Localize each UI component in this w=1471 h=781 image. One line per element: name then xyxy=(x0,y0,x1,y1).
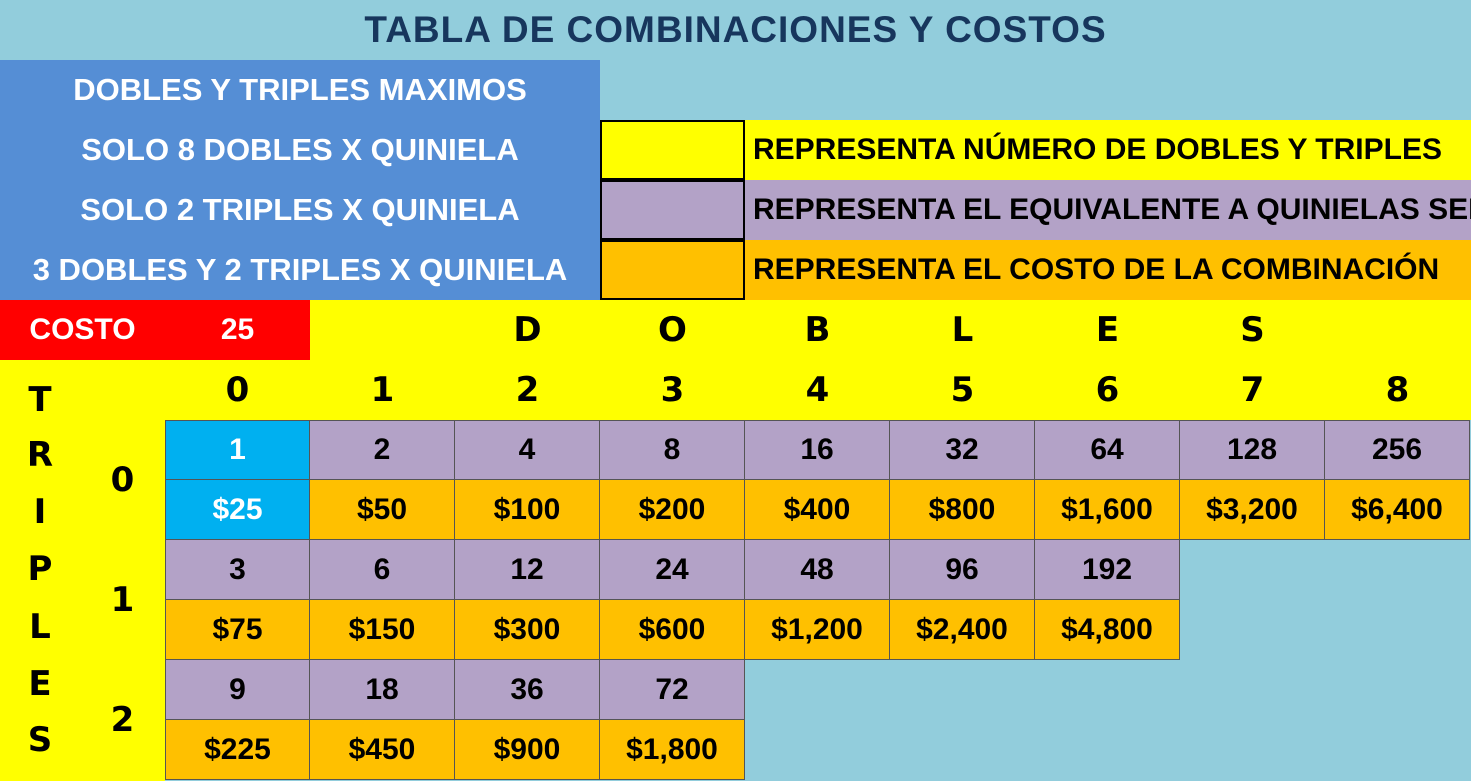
rules-panel: DOBLES Y TRIPLES MAXIMOS SOLO 8 DOBLES X… xyxy=(0,60,600,300)
combo-cell: 9 xyxy=(165,660,310,720)
dobles-count: 8 xyxy=(1385,370,1410,410)
dobles-letter: L xyxy=(951,310,974,350)
combo-cell: 6 xyxy=(310,540,455,600)
combo-cell: 16 xyxy=(745,420,890,480)
cost-cell: $900 xyxy=(455,720,600,780)
legend-text-yellow: REPRESENTA NÚMERO DE DOBLES Y TRIPLES xyxy=(745,120,1471,180)
rule-combined: 3 DOBLES Y 2 TRIPLES X QUINIELA xyxy=(32,252,568,287)
dobles-count: 6 xyxy=(1095,370,1120,410)
dobles-count: 7 xyxy=(1240,370,1265,410)
cost-cell: $100 xyxy=(455,480,600,540)
cost-cell: $25 xyxy=(165,480,310,540)
triples-letter: T xyxy=(28,380,52,420)
combo-cell: 12 xyxy=(455,540,600,600)
cost-cell: $3,200 xyxy=(1180,480,1325,540)
legend-swatch-purple xyxy=(600,180,745,240)
combo-cell: 192 xyxy=(1035,540,1180,600)
combo-cell: 4 xyxy=(455,420,600,480)
triples-letter: S xyxy=(27,720,53,760)
cost-cell: $150 xyxy=(310,600,455,660)
rule-triples: SOLO 2 TRIPLES X QUINIELA xyxy=(80,192,520,227)
triples-count: 0 xyxy=(110,460,135,500)
dobles-letter: S xyxy=(1240,310,1265,350)
dobles-count: 5 xyxy=(950,370,975,410)
cost-cell: $800 xyxy=(890,480,1035,540)
legend-swatch-orange xyxy=(600,240,745,300)
triples-count: 2 xyxy=(110,700,135,740)
cost-cell: $600 xyxy=(600,600,745,660)
legend-text-orange: REPRESENTA EL COSTO DE LA COMBINACIÓN xyxy=(745,240,1471,300)
dobles-letter: D xyxy=(513,310,542,350)
combo-cell: 64 xyxy=(1035,420,1180,480)
cost-cell: $75 xyxy=(165,600,310,660)
dobles-letter: E xyxy=(1095,310,1120,350)
cost-cell: $1,800 xyxy=(600,720,745,780)
rule-max: DOBLES Y TRIPLES MAXIMOS xyxy=(73,72,527,107)
cost-cell: $2,400 xyxy=(890,600,1035,660)
cost-value: 25 xyxy=(165,300,310,360)
dobles-count: 1 xyxy=(370,370,395,410)
cost-cell: $6,400 xyxy=(1325,480,1470,540)
cost-cell: $200 xyxy=(600,480,745,540)
combo-cell: 1 xyxy=(165,420,310,480)
combo-cell: 2 xyxy=(310,420,455,480)
triples-letter: L xyxy=(29,607,51,647)
combo-cell: 48 xyxy=(745,540,890,600)
dobles-letter: O xyxy=(658,310,687,350)
cost-cell: $50 xyxy=(310,480,455,540)
dobles-count: 0 xyxy=(225,370,250,410)
cost-cell: $4,800 xyxy=(1035,600,1180,660)
dobles-count: 2 xyxy=(515,370,540,410)
triples-letter: E xyxy=(28,664,52,704)
cost-label: COSTO xyxy=(0,300,165,360)
cost-cell: $450 xyxy=(310,720,455,780)
combo-cell: 3 xyxy=(165,540,310,600)
triples-letter: I xyxy=(33,492,47,532)
combo-cell: 96 xyxy=(890,540,1035,600)
cost-cell: $400 xyxy=(745,480,890,540)
cost-cell: $1,600 xyxy=(1035,480,1180,540)
combo-cell: 24 xyxy=(600,540,745,600)
combo-cell: 8 xyxy=(600,420,745,480)
dobles-count: 4 xyxy=(805,370,830,410)
combo-cell: 32 xyxy=(890,420,1035,480)
dobles-count: 3 xyxy=(660,370,685,410)
triples-letter: P xyxy=(27,549,53,589)
dobles-letter: B xyxy=(804,310,831,350)
cost-cell: $225 xyxy=(165,720,310,780)
combo-cell: 18 xyxy=(310,660,455,720)
cost-cell: $300 xyxy=(455,600,600,660)
page-title: TABLA DE COMBINACIONES Y COSTOS xyxy=(364,9,1107,50)
rule-dobles: SOLO 8 DOBLES X QUINIELA xyxy=(81,132,519,167)
combo-cell: 128 xyxy=(1180,420,1325,480)
cost-cell: $1,200 xyxy=(745,600,890,660)
triples-count: 1 xyxy=(110,580,135,620)
triples-letter: R xyxy=(26,435,54,475)
legend-text-purple: REPRESENTA EL EQUIVALENTE A QUINIELAS SE… xyxy=(745,180,1471,240)
combo-cell: 256 xyxy=(1325,420,1470,480)
legend-swatch-yellow xyxy=(600,120,745,180)
combo-cell: 72 xyxy=(600,660,745,720)
combo-cell: 36 xyxy=(455,660,600,720)
